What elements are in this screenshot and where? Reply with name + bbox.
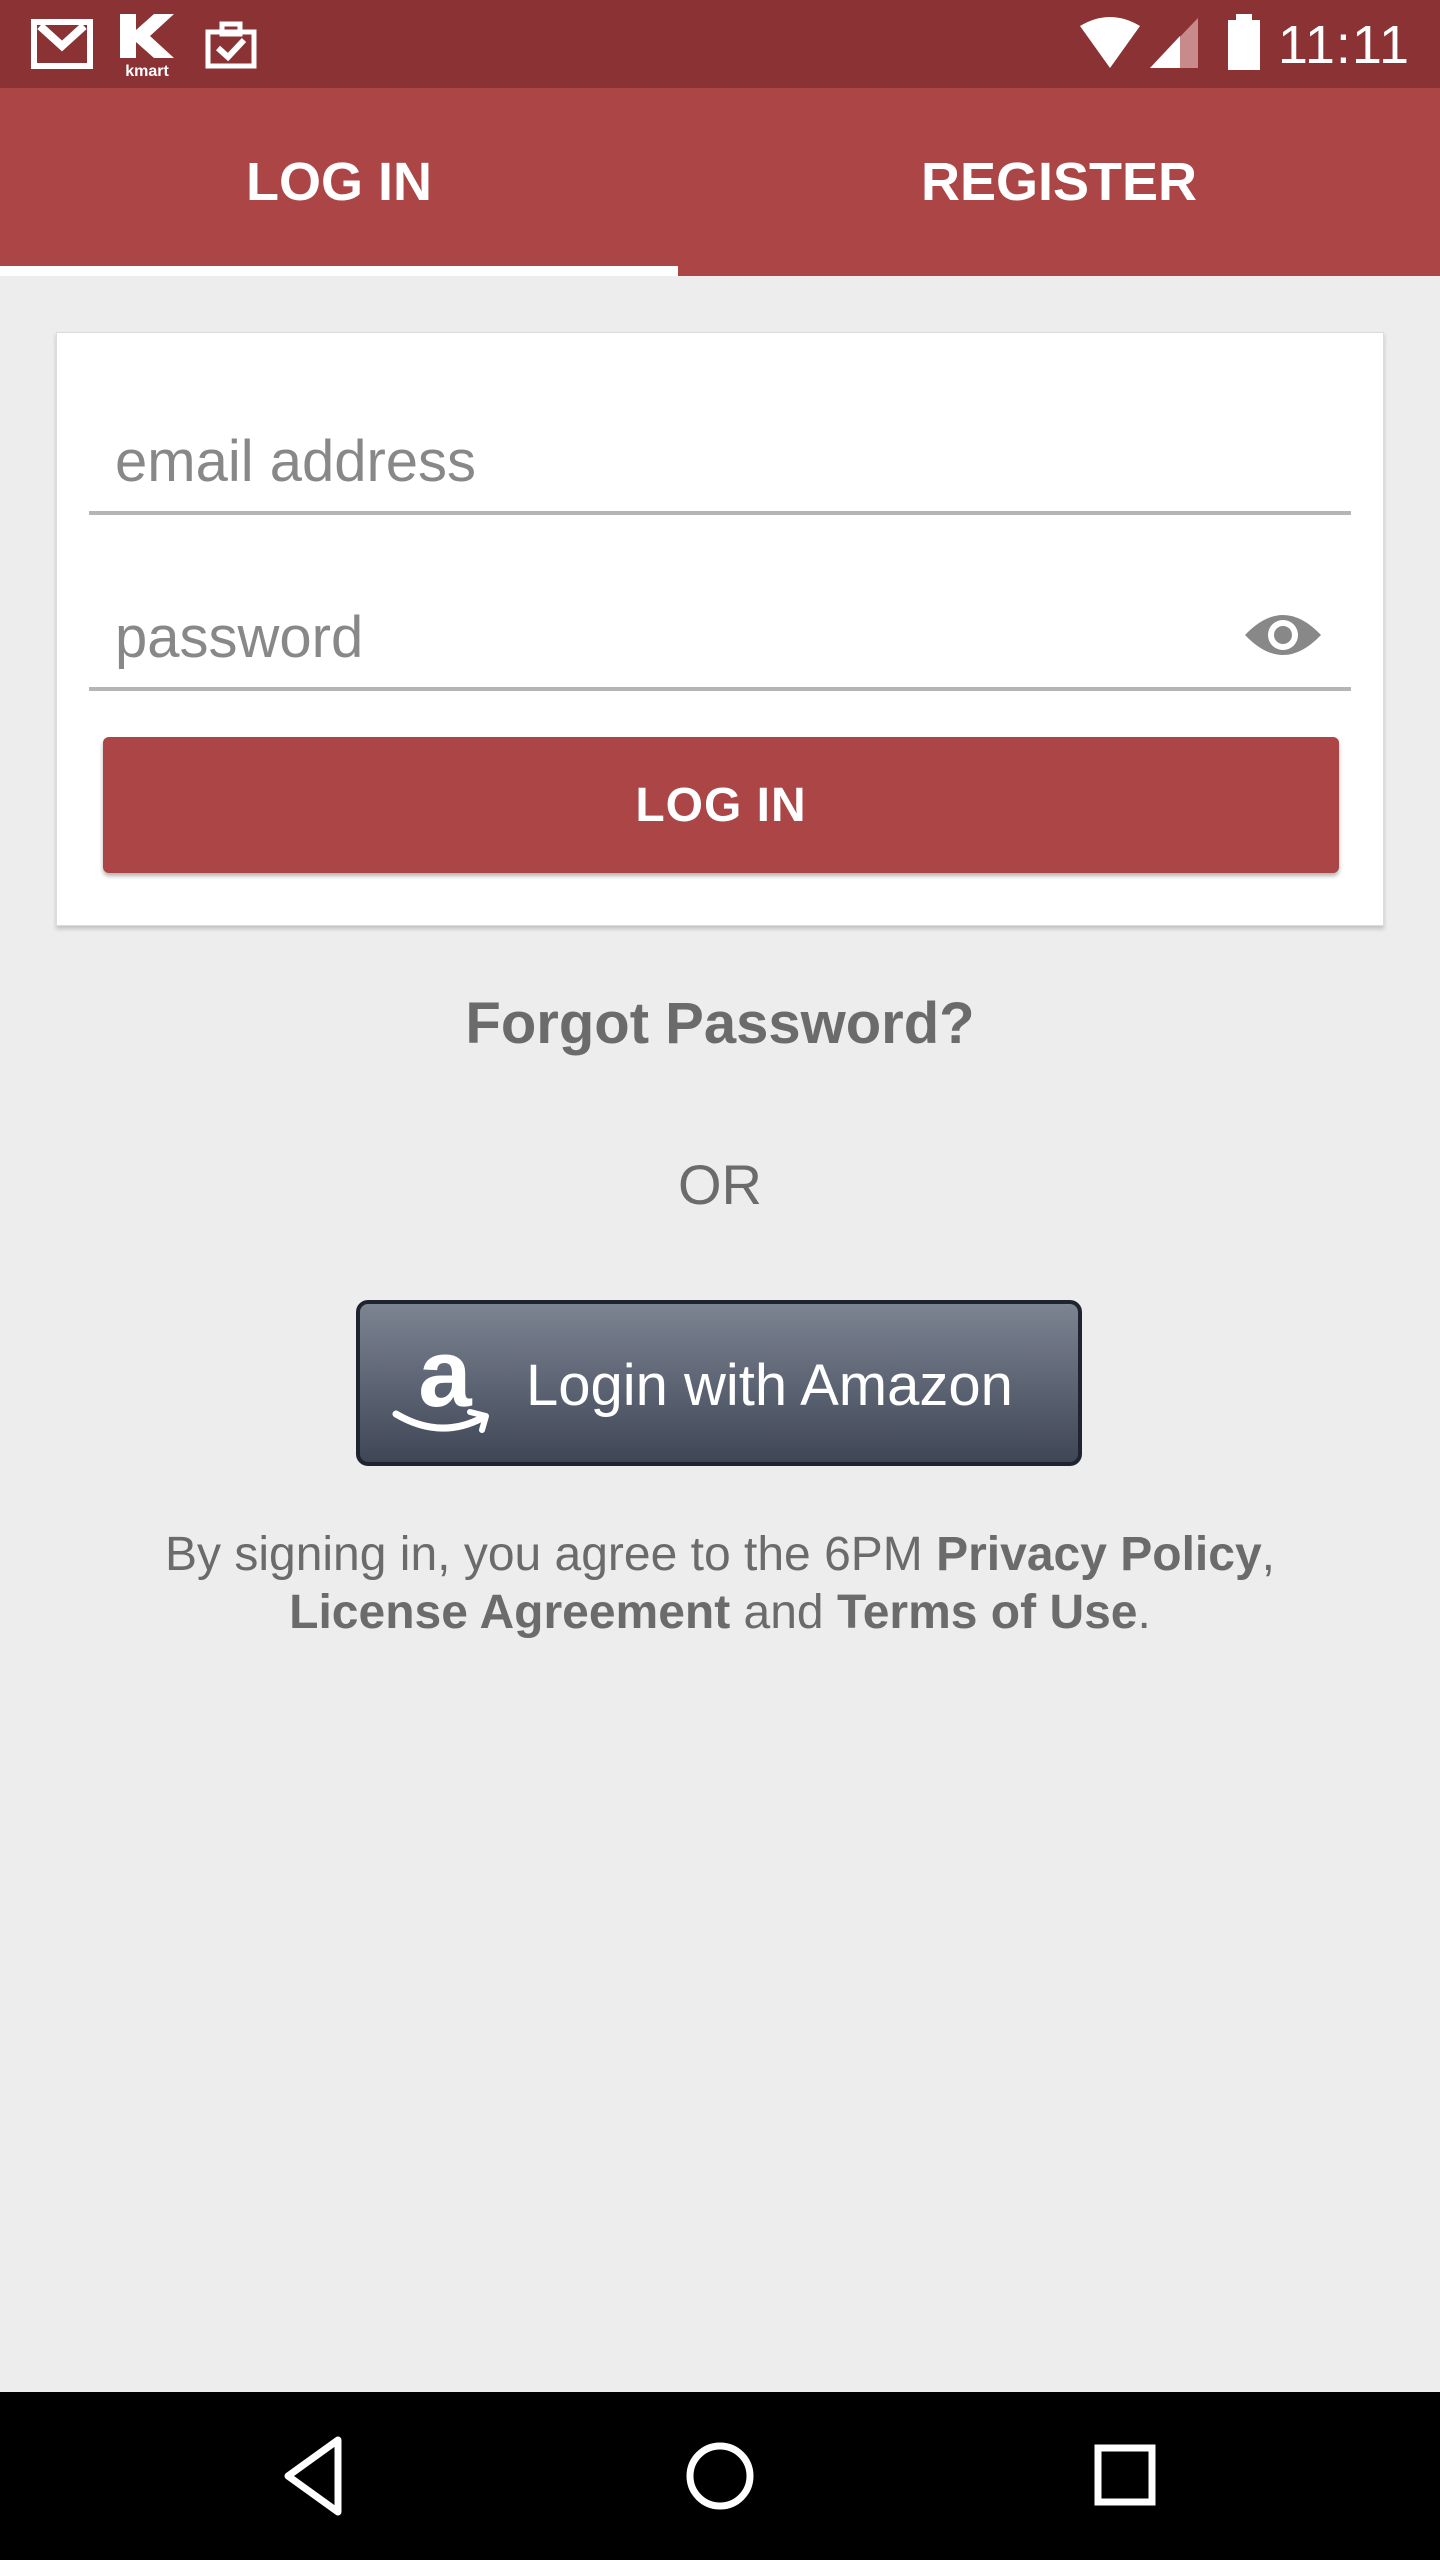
status-bar: kmart 11:11 xyxy=(0,0,1440,88)
privacy-policy-link[interactable]: Privacy Policy xyxy=(936,1528,1262,1581)
kmart-k-icon xyxy=(120,14,174,58)
terms-of-use-link[interactable]: Terms of Use xyxy=(837,1586,1138,1639)
login-card: LOG IN xyxy=(56,332,1384,926)
tab-register[interactable]: REGISTER xyxy=(678,88,1440,276)
svg-text:a: a xyxy=(418,1332,472,1427)
battery-icon xyxy=(1228,14,1260,70)
recents-icon[interactable] xyxy=(1090,2432,1160,2520)
active-tab-indicator xyxy=(0,266,678,276)
system-nav-bar xyxy=(0,2392,1440,2560)
password-field[interactable] xyxy=(115,604,1215,671)
back-icon[interactable] xyxy=(278,2432,348,2520)
legal-notice: By signing in, you agree to the 6PM Priv… xyxy=(80,1526,1360,1642)
login-with-amazon-button[interactable]: a Login with Amazon xyxy=(356,1300,1082,1466)
amazon-button-label: Login with Amazon xyxy=(526,1353,1013,1418)
amazon-logo-icon: a xyxy=(392,1332,489,1433)
legal-period: . xyxy=(1137,1586,1151,1639)
show-password-eye-icon[interactable] xyxy=(1243,607,1323,663)
task-icon xyxy=(205,21,257,69)
kmart-label: kmart xyxy=(125,63,169,80)
license-agreement-link[interactable]: License Agreement xyxy=(289,1586,730,1639)
email-field-container xyxy=(89,399,1351,515)
password-field-container xyxy=(89,575,1351,691)
email-field[interactable] xyxy=(115,428,1215,495)
log-in-button[interactable]: LOG IN xyxy=(103,737,1339,873)
wifi-icon xyxy=(1080,17,1140,68)
gmail-icon xyxy=(31,19,93,69)
forgot-password-link[interactable]: Forgot Password? xyxy=(0,990,1440,1057)
legal-and: and xyxy=(730,1586,837,1639)
signal-icon xyxy=(1150,18,1198,68)
or-separator: OR xyxy=(678,1153,762,1216)
tab-bar: LOG IN REGISTER xyxy=(0,88,1440,276)
status-time: 11:11 xyxy=(1277,15,1410,75)
home-icon[interactable] xyxy=(682,2432,758,2520)
tab-log-in[interactable]: LOG IN xyxy=(0,88,678,276)
kmart-icon: kmart xyxy=(114,12,180,80)
legal-comma: , xyxy=(1261,1528,1275,1581)
legal-prefix: By signing in, you agree to the 6PM xyxy=(164,1528,937,1581)
